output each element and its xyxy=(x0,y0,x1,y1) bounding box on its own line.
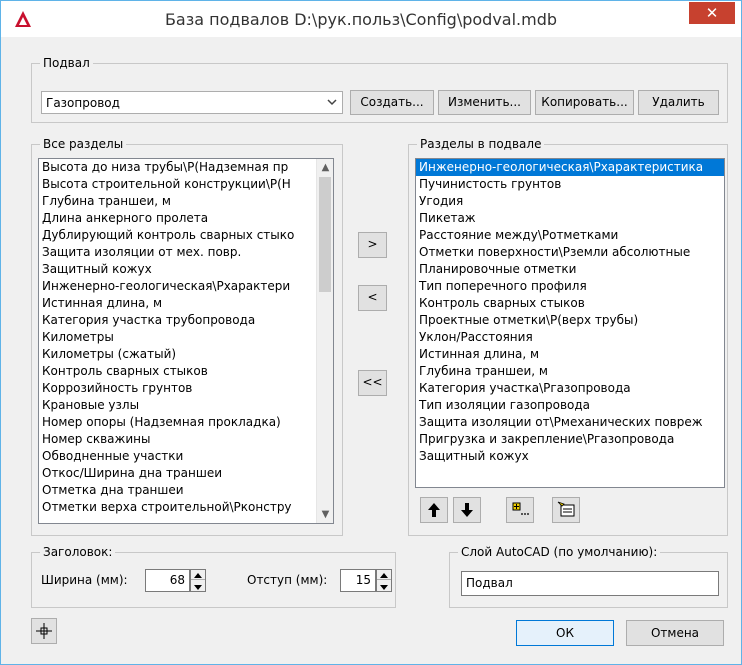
cancel-button[interactable]: Отмена xyxy=(626,620,724,646)
window-title: База подвалов D:\рук.польз\Config\podval… xyxy=(164,10,558,29)
podval-sections-item[interactable]: Уклон/Расстояния xyxy=(416,329,724,346)
podval-sections-item[interactable]: Инженерно-геологическая\Рхарактеристика xyxy=(416,159,724,176)
chevron-down-icon xyxy=(325,94,339,111)
spin-down-icon[interactable] xyxy=(377,581,391,591)
all-sections-label: Все разделы xyxy=(40,137,127,151)
all-sections-item[interactable]: Высота строительной конструкции\Р(Н xyxy=(39,176,333,193)
width-field[interactable]: 68 xyxy=(145,569,190,592)
ok-button[interactable]: ОК xyxy=(516,620,614,646)
podval-sections-item[interactable]: Тип поперечного профиля xyxy=(416,278,724,295)
remove-all-button[interactable]: << xyxy=(358,370,387,396)
podval-sections-item[interactable]: Защита изоляции от\Рмеханических повреж xyxy=(416,414,724,431)
all-sections-item[interactable]: Контроль сварных стыков xyxy=(39,363,333,380)
all-sections-scrollbar[interactable]: ▲ ▼ xyxy=(316,159,333,523)
all-sections-item[interactable]: Защита изоляции от мех. повр. xyxy=(39,244,333,261)
podval-sections-list[interactable]: Инженерно-геологическая\Рхарактеристика П… xyxy=(415,158,725,488)
layer-field[interactable]: Подвал xyxy=(461,571,719,596)
title-bar: База подвалов D:\рук.польз\Config\podval… xyxy=(1,1,741,37)
podval-combobox[interactable]: Газопровод xyxy=(41,91,343,114)
podval-sections-item[interactable]: Истинная длина, м xyxy=(416,346,724,363)
all-sections-item[interactable]: Номер скважины xyxy=(39,431,333,448)
all-sections-item[interactable]: Дублирующий контроль сварных стыко xyxy=(39,227,333,244)
delete-button[interactable]: Удалить xyxy=(638,90,719,115)
dialog-window: База подвалов D:\рук.польз\Config\podval… xyxy=(0,0,742,665)
edit-section-icon xyxy=(557,501,575,517)
add-item-button[interactable] xyxy=(506,497,534,523)
scrollbar-thumb[interactable] xyxy=(319,177,331,292)
all-sections-item[interactable]: Истинная длина, м xyxy=(39,295,333,312)
all-sections-item[interactable]: Номер опоры (Надземная прокладка) xyxy=(39,414,333,431)
add-section-icon xyxy=(512,502,529,515)
podval-sections-item[interactable]: Пучинистость грунтов xyxy=(416,176,724,193)
podval-sections-item[interactable]: Проектные отметки\Р(верх трубы) xyxy=(416,312,724,329)
spin-down-icon[interactable] xyxy=(191,581,205,591)
podval-sections-item[interactable]: Планировочные отметки xyxy=(416,261,724,278)
all-sections-item[interactable]: Инженерно-геологическая\Рхарактери xyxy=(39,278,333,295)
podval-sections-item[interactable]: Категория участка\Ргазопровода xyxy=(416,380,724,397)
autocad-icon xyxy=(13,9,33,29)
podval-sections-item[interactable]: Пригрузка и закрепление\Ргазопровода xyxy=(416,431,724,448)
indent-field[interactable]: 15 xyxy=(340,569,376,592)
all-sections-item[interactable]: Отметка дна траншеи xyxy=(39,482,333,499)
all-sections-item[interactable]: Высота до низа трубы\Р(Надземная пр xyxy=(39,159,333,176)
indent-label: Отступ (мм): xyxy=(247,573,328,587)
podval-group-label: Подвал xyxy=(40,56,93,70)
crosshair-icon xyxy=(36,623,52,639)
all-sections-item[interactable]: Обводненные участки xyxy=(39,448,333,465)
header-group-label: Заголовок: xyxy=(40,545,116,559)
podval-sections-label: Разделы в подвале xyxy=(417,137,545,151)
indent-spinner[interactable] xyxy=(376,569,392,592)
podval-sections-item[interactable]: Угодия xyxy=(416,193,724,210)
podval-sections-item[interactable]: Отметки поверхности\Рземли абсолютные xyxy=(416,244,724,261)
podval-sections-item[interactable]: Защитный кожух xyxy=(416,448,724,465)
layer-group-label: Слой AutoCAD (по умолчанию): xyxy=(458,545,661,559)
podval-sections-item[interactable]: Тип изоляции газопровода xyxy=(416,397,724,414)
width-label: Ширина (мм): xyxy=(41,573,128,587)
scroll-down-icon[interactable]: ▼ xyxy=(317,506,333,523)
all-sections-item[interactable]: Километры xyxy=(39,329,333,346)
edit-button[interactable]: Изменить... xyxy=(438,90,531,115)
move-up-icon xyxy=(428,503,440,517)
podval-sections-item[interactable]: Расстояние между\Ротметками xyxy=(416,227,724,244)
spin-up-icon[interactable] xyxy=(377,570,391,580)
all-sections-item[interactable]: Километры (сжатый) xyxy=(39,346,333,363)
copy-button[interactable]: Копировать... xyxy=(535,90,634,115)
all-sections-list[interactable]: Высота до низа трубы\Р(Надземная пр Высот… xyxy=(38,158,334,524)
scroll-up-icon[interactable]: ▲ xyxy=(317,159,333,176)
pick-point-button[interactable] xyxy=(31,618,57,644)
podval-sections-item[interactable]: Глубина траншеи, м xyxy=(416,363,724,380)
move-down-icon xyxy=(461,503,473,517)
all-sections-item[interactable]: Откос/Ширина дна траншеи xyxy=(39,465,333,482)
dialog-content: Подвал Газопровод Создать... Изменить...… xyxy=(1,37,741,664)
all-sections-item[interactable]: Отметки верха строительной\Рконстру xyxy=(39,499,333,516)
close-button[interactable]: ✕ xyxy=(689,2,735,24)
all-sections-item[interactable]: Защитный кожух xyxy=(39,261,333,278)
all-sections-item[interactable]: Глубина траншеи, м xyxy=(39,193,333,210)
move-up-button[interactable] xyxy=(420,497,448,523)
all-sections-item[interactable]: Коррозийность грунтов xyxy=(39,380,333,397)
width-spinner[interactable] xyxy=(190,569,206,592)
move-down-button[interactable] xyxy=(453,497,481,523)
add-section-button[interactable]: > xyxy=(358,232,387,258)
podval-sections-item[interactable]: Пикетаж xyxy=(416,210,724,227)
edit-item-button[interactable] xyxy=(552,497,580,523)
create-button[interactable]: Создать... xyxy=(350,90,434,115)
all-sections-item[interactable]: Категория участка трубопровода xyxy=(39,312,333,329)
podval-sections-item[interactable]: Контроль сварных стыков xyxy=(416,295,724,312)
spin-up-icon[interactable] xyxy=(191,570,205,580)
all-sections-item[interactable]: Крановые узлы xyxy=(39,397,333,414)
podval-combobox-value: Газопровод xyxy=(46,96,120,110)
remove-section-button[interactable]: < xyxy=(358,285,387,311)
all-sections-item[interactable]: Длина анкерного пролета xyxy=(39,210,333,227)
